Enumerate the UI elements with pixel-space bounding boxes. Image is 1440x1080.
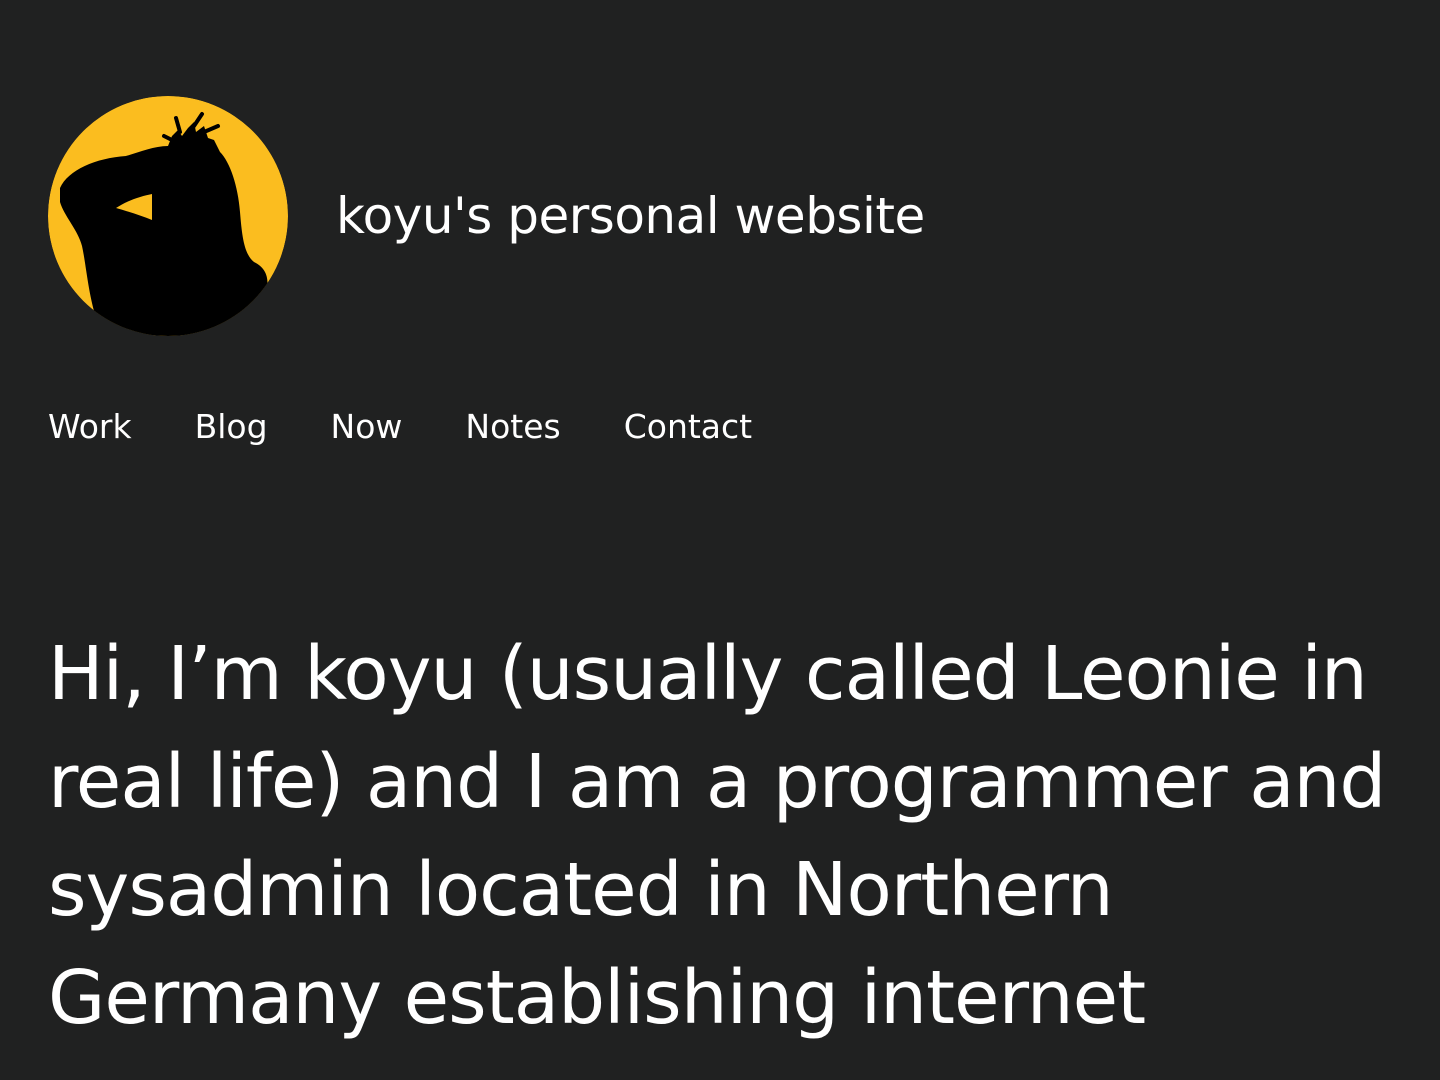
nav-item-contact[interactable]: Contact: [624, 404, 752, 450]
intro-paragraph: Hi, I’m koyu (usually called Leonie in r…: [48, 631, 1386, 1041]
nav-item-notes[interactable]: Notes: [465, 404, 560, 450]
silhouette-avatar-icon: [48, 96, 288, 336]
page: koyu's personal website Work Blog Now No…: [0, 0, 1440, 1080]
main-nav: Work Blog Now Notes Contact: [48, 404, 815, 450]
nav-item-now[interactable]: Now: [331, 404, 403, 450]
site-header: koyu's personal website: [48, 96, 925, 336]
nav-item-blog[interactable]: Blog: [195, 404, 268, 450]
avatar[interactable]: [48, 96, 288, 336]
site-title[interactable]: koyu's personal website: [336, 187, 925, 245]
nav-item-work[interactable]: Work: [48, 404, 132, 450]
